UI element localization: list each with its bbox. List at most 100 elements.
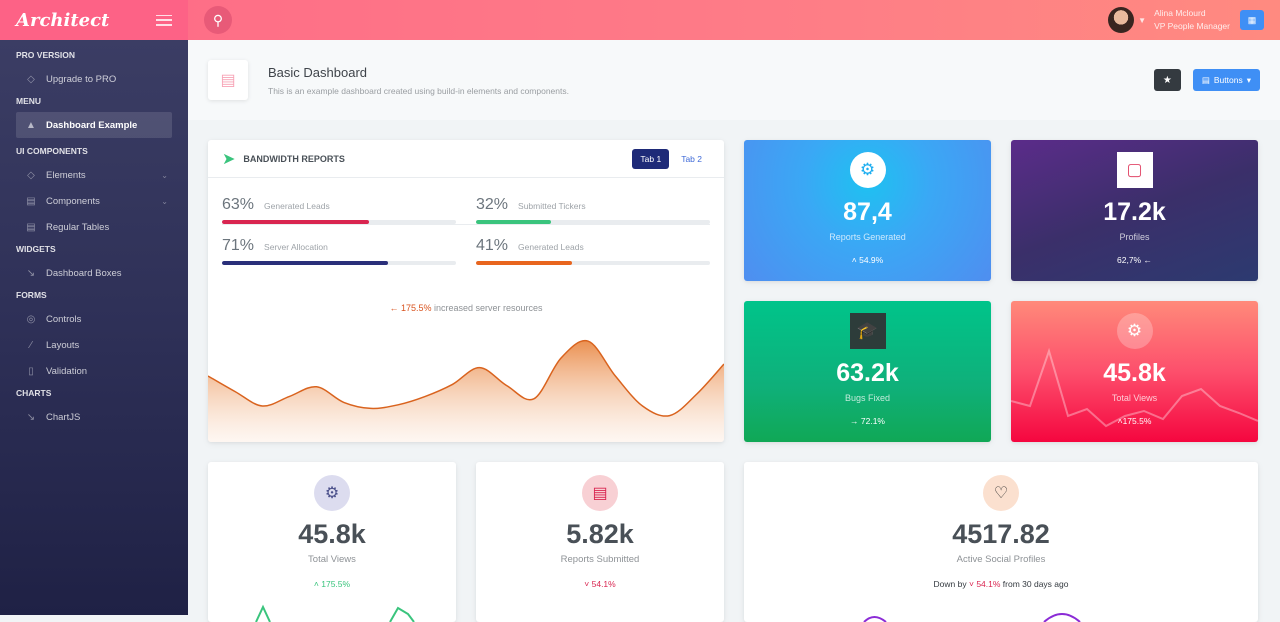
widget-change-value: 54.1% (976, 579, 1001, 589)
sidebar-item-dashboard-boxes[interactable]: ↘ Dashboard Boxes (16, 260, 172, 286)
stat-card-bugs: 🎓 63.2k Bugs Fixed → 72.1% (744, 301, 991, 442)
stat-change: ˄175.5% (1011, 416, 1258, 426)
calendar-button[interactable]: ▦ (1240, 10, 1264, 30)
sidebar-item-label: Components (46, 195, 100, 207)
search-icon: ⚲ (212, 11, 224, 28)
logo-area: Architect (0, 0, 188, 40)
arrow-left-icon: ← (1143, 255, 1152, 265)
arrow-right-icon: → (850, 416, 859, 426)
sidebar-item-tables[interactable]: ▤ Regular Tables (16, 214, 172, 240)
chevron-down-icon[interactable]: ▼ (1138, 16, 1146, 25)
chart-area (208, 340, 724, 442)
stat-card-views: ⚙ 45.8k Total Views ˄175.5% (1011, 301, 1258, 442)
stat-change: 62,7% ← (1011, 255, 1258, 265)
light-icon: ◎ (26, 313, 36, 325)
car-icon: ▤ (208, 60, 248, 100)
progress-bar (476, 220, 551, 224)
sidebar-item-label: Regular Tables (46, 221, 110, 233)
graph-icon: ↘ (26, 267, 36, 279)
widget-label: Active Social Profiles (956, 554, 1046, 565)
sidebar-item-elements[interactable]: ◇ Elements ⌄ (16, 162, 172, 188)
progress-bar (222, 220, 370, 224)
rocket-icon: ▲ (26, 119, 36, 131)
chevron-down-icon: ▾ (1246, 74, 1251, 85)
favorite-button[interactable]: ★ (1153, 69, 1181, 91)
note-text: increased server resources (434, 303, 543, 313)
diamond-icon: ◇ (27, 73, 35, 85)
stat-change-value: 62,7% (1117, 255, 1142, 265)
sidebar-item-validation[interactable]: ▯ Validation (16, 358, 172, 384)
sidebar-item-label: Validation (46, 365, 88, 377)
stat-change-value: 175.5% (1122, 416, 1152, 426)
progress-label: Server Allocation (264, 242, 328, 252)
user-area: ▼ Alina Mclourd VP People Manager ▦ (1108, 7, 1280, 33)
stat-card-profiles: ▢ 17.2k Profiles 62,7% ← (1011, 140, 1258, 281)
widget-change-suffix: from 30 days ago (1002, 579, 1069, 589)
sidebar-item-components[interactable]: ▤ Components ⌄ (16, 188, 172, 214)
display-icon: ▢ (1116, 152, 1153, 188)
dropdown-label: Buttons (1213, 75, 1243, 85)
stat-value: 17.2k (1103, 198, 1166, 226)
sidebar-item-dashboard[interactable]: ▲ Dashboard Example (16, 112, 172, 138)
stat-card-reports: ⚙ 87,4 Reports Generated ˄ 54.9% (744, 140, 991, 281)
section-forms: FORMS (16, 290, 47, 300)
stat-change-value: 54.9% (859, 255, 884, 265)
progress-label: Generated Leads (518, 242, 584, 252)
chevron-down-icon: ˅ (584, 579, 590, 589)
user-name: Alina Mclourd (1154, 8, 1206, 18)
stat-label: Total Views (1111, 393, 1158, 403)
stat-change: → 72.1% (744, 416, 991, 426)
avatar[interactable] (1108, 7, 1135, 33)
business-icon: ▤ (1201, 74, 1210, 85)
widget-change-prefix: Down by (933, 579, 967, 589)
app-logo[interactable]: Architect (16, 10, 109, 31)
page-title: Basic Dashboard (268, 64, 367, 80)
sidebar-item-layouts[interactable]: ∕ Layouts (16, 332, 172, 358)
star-icon: ★ (1162, 74, 1172, 86)
section-pro: PRO VERSION (16, 50, 76, 60)
progress-label: Submitted Tickers (518, 201, 586, 211)
stat-value: 63.2k (836, 359, 899, 387)
widget-total-views: ⚙ 45.8k Total Views ˄ 175.5% (208, 462, 456, 622)
tab-2[interactable]: Tab 2 (673, 149, 710, 169)
gear-icon: ⚙ (849, 152, 886, 188)
eyedropper-icon: ∕ (30, 339, 32, 351)
sidebar: PRO VERSION ◇ Upgrade to PRO MENU ▲ Dashbo… (0, 40, 188, 615)
hamburger-menu-icon[interactable] (156, 14, 172, 26)
heart-icon: ♡ (983, 475, 1019, 511)
progress-item: 41% Generated Leads (476, 237, 710, 297)
widget-change: ˅ 54.1% (476, 579, 724, 589)
search-button[interactable]: ⚲ (204, 6, 232, 34)
bandwidth-card: ➤ BANDWIDTH REPORTS Tab 1 Tab 2 63% Gener… (208, 140, 724, 442)
user-info: Alina Mclourd VP People Manager (1154, 7, 1230, 33)
sidebar-item-label: Dashboard Example (46, 119, 138, 131)
diamond-icon: ◇ (27, 169, 35, 181)
buttons-dropdown[interactable]: ▤ Buttons ▾ (1192, 69, 1260, 91)
mini-chart (863, 613, 1081, 622)
stat-change: ˄ 54.9% (744, 255, 991, 265)
graduation-cap-icon: 🎓 (849, 313, 886, 349)
sidebar-item-label: Layouts (46, 339, 80, 351)
widget-change-value: 175.5% (321, 579, 351, 589)
tab-1[interactable]: Tab 1 (632, 148, 670, 169)
note-value: 175.5% (400, 303, 432, 313)
progress-percent: 71% (222, 237, 255, 254)
calendar-icon: ▦ (1247, 14, 1257, 25)
bandwidth-area-chart (208, 339, 724, 442)
sidebar-item-controls[interactable]: ◎ Controls (16, 306, 172, 332)
progress-bar (476, 261, 572, 265)
widget-social-profiles: ♡ 4517.82 Active Social Profiles Down by… (744, 462, 1258, 622)
progress-label: Generated Leads (264, 201, 330, 211)
widget-change: Down by ˅ 54.1% from 30 days ago (744, 579, 1258, 589)
stat-label: Bugs Fixed (844, 393, 891, 403)
top-header: Architect ⚲ ▼ Alina Mclourd VP People Ma… (0, 0, 1280, 40)
widget-reports-submitted: ▤ 5.82k Reports Submitted ˅ 54.1% (476, 462, 724, 622)
main-content: ▤ Basic Dashboard This is an example das… (188, 40, 1280, 622)
chevron-up-icon: ˄ (313, 579, 319, 589)
progress-bar (222, 261, 389, 265)
sidebar-item-label: Dashboard Boxes (46, 267, 122, 279)
sidebar-item-upgrade[interactable]: ◇ Upgrade to PRO (16, 66, 172, 92)
widget-value: 4517.82 (952, 519, 1050, 549)
sidebar-item-chartjs[interactable]: ↘ ChartJS (16, 404, 172, 430)
chevron-down-icon: ⌄ (161, 196, 168, 206)
